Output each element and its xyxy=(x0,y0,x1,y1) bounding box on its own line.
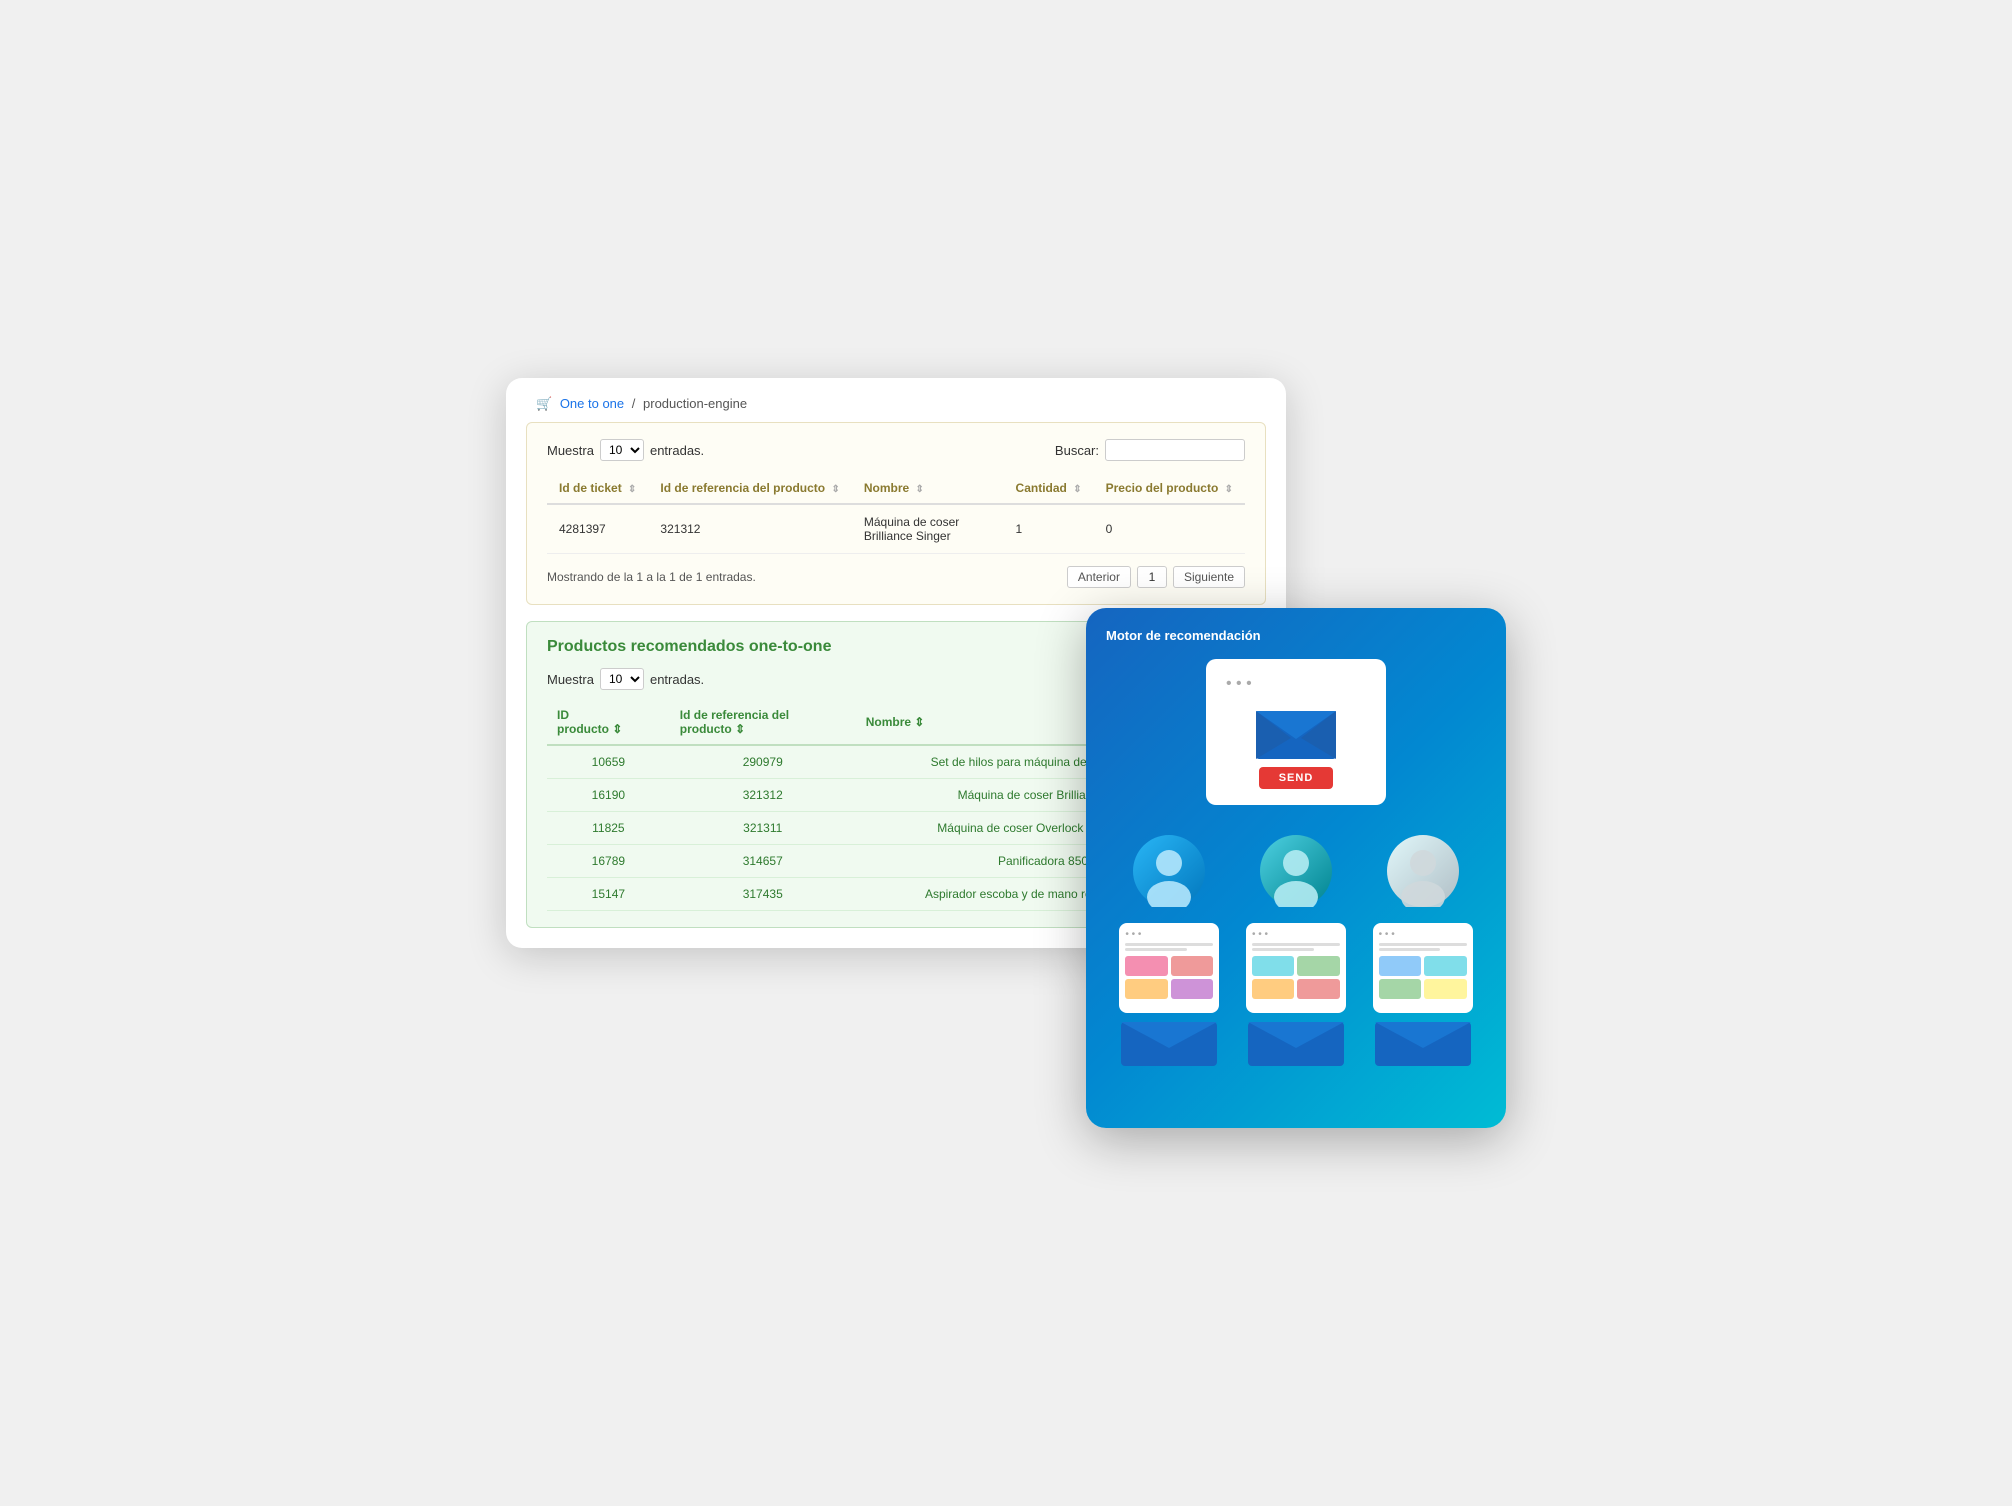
entries-label: entradas. xyxy=(650,443,704,458)
avatars-row xyxy=(1106,835,1486,907)
bottom-show-entries: Muestra 10 25 entradas. xyxy=(547,668,704,690)
cell-id-ref: 317435 xyxy=(670,878,856,911)
mini-email-card-2: • • • xyxy=(1246,923,1346,1068)
email-cards-row: • • • xyxy=(1106,923,1486,1068)
top-data-table: Id de ticket ⇕ Id de referencia del prod… xyxy=(547,473,1245,554)
recommendation-card: Motor de recomendación • • • SEND xyxy=(1086,608,1506,1128)
breadcrumb-link[interactable]: One to one xyxy=(560,396,624,411)
mini-envelope-3 xyxy=(1373,1008,1473,1068)
top-table-section: Muestra 10 25 50 entradas. Buscar: Id xyxy=(526,422,1266,605)
table-row: 4281397 321312 Máquina de coser Brillian… xyxy=(547,504,1245,554)
top-table-controls: Muestra 10 25 50 entradas. Buscar: xyxy=(547,439,1245,461)
mini-dots-1: • • • xyxy=(1125,929,1213,940)
page-number: 1 xyxy=(1137,566,1167,588)
mini-envelope-1 xyxy=(1119,1008,1219,1068)
avatar-gray xyxy=(1387,835,1459,907)
widget-dots: • • • xyxy=(1226,675,1366,693)
mini-email-card-1: • • • xyxy=(1119,923,1219,1068)
green-col-id[interactable]: IDproducto ⇕ xyxy=(547,700,670,745)
cell-id-producto: 11825 xyxy=(547,812,670,845)
entries-select[interactable]: 10 25 50 xyxy=(600,439,644,461)
footer-text: Mostrando de la 1 a la 1 de 1 entradas. xyxy=(547,570,756,584)
show-entries-control: Muestra 10 25 50 entradas. xyxy=(547,439,704,461)
email-send-widget: • • • SEND xyxy=(1206,659,1386,805)
prev-button[interactable]: Anterior xyxy=(1067,566,1131,588)
breadcrumb: 🛒 One to one / production-engine xyxy=(506,378,1286,422)
rec-card-title: Motor de recomendación xyxy=(1106,628,1486,643)
mini-card-content-3: • • • xyxy=(1373,923,1473,1013)
col-id-ticket[interactable]: Id de ticket ⇕ xyxy=(547,473,648,504)
search-input[interactable] xyxy=(1105,439,1245,461)
avatar-item-3 xyxy=(1387,835,1459,907)
col-precio[interactable]: Precio del producto ⇕ xyxy=(1094,473,1245,504)
cell-cantidad: 1 xyxy=(1004,504,1094,554)
cell-precio: 0 xyxy=(1094,504,1245,554)
mini-dots-2: • • • xyxy=(1252,929,1340,940)
cell-id-ref: 321311 xyxy=(670,812,856,845)
avatar-item-1 xyxy=(1133,835,1205,907)
green-col-ref[interactable]: Id de referencia delproducto ⇕ xyxy=(670,700,856,745)
envelope-icon xyxy=(1256,703,1336,759)
bottom-entries-select[interactable]: 10 25 xyxy=(600,668,644,690)
cell-nombre: Máquina de coser Brilliance Singer xyxy=(852,504,1004,554)
cell-id-producto: 15147 xyxy=(547,878,670,911)
cell-id-ref: 314657 xyxy=(670,845,856,878)
search-box: Buscar: xyxy=(1055,439,1245,461)
mini-email-card-3: • • • xyxy=(1373,923,1473,1068)
top-table-footer: Mostrando de la 1 a la 1 de 1 entradas. … xyxy=(547,566,1245,588)
cell-id-producto: 16789 xyxy=(547,845,670,878)
cell-id-ref: 290979 xyxy=(670,745,856,779)
search-label: Buscar: xyxy=(1055,443,1099,458)
mini-card-content-1: • • • xyxy=(1119,923,1219,1013)
avatar-teal xyxy=(1260,835,1332,907)
send-button[interactable]: SEND xyxy=(1259,767,1334,789)
col-id-ref[interactable]: Id de referencia del producto ⇕ xyxy=(648,473,851,504)
mini-card-content-2: • • • xyxy=(1246,923,1346,1013)
avatar-blue xyxy=(1133,835,1205,907)
scene: 🛒 One to one / production-engine Muestra… xyxy=(506,378,1506,1128)
pagination: Anterior 1 Siguiente xyxy=(1067,566,1245,588)
show-label: Muestra xyxy=(547,443,594,458)
mini-dots-3: • • • xyxy=(1379,929,1467,940)
breadcrumb-separator: / xyxy=(632,396,636,411)
cell-id-producto: 10659 xyxy=(547,745,670,779)
next-button[interactable]: Siguiente xyxy=(1173,566,1245,588)
cell-id-ticket: 4281397 xyxy=(547,504,648,554)
cell-id-ref: 321312 xyxy=(670,779,856,812)
avatar-item-2 xyxy=(1260,835,1332,907)
cell-id-producto: 16190 xyxy=(547,779,670,812)
cart-icon: 🛒 xyxy=(536,396,552,411)
cell-id-ref: 321312 xyxy=(648,504,851,554)
breadcrumb-current: production-engine xyxy=(643,396,747,411)
col-cantidad[interactable]: Cantidad ⇕ xyxy=(1004,473,1094,504)
col-nombre[interactable]: Nombre ⇕ xyxy=(852,473,1004,504)
bottom-show-label: Muestra xyxy=(547,672,594,687)
bottom-entries-label: entradas. xyxy=(650,672,704,687)
mini-envelope-2 xyxy=(1246,1008,1346,1068)
